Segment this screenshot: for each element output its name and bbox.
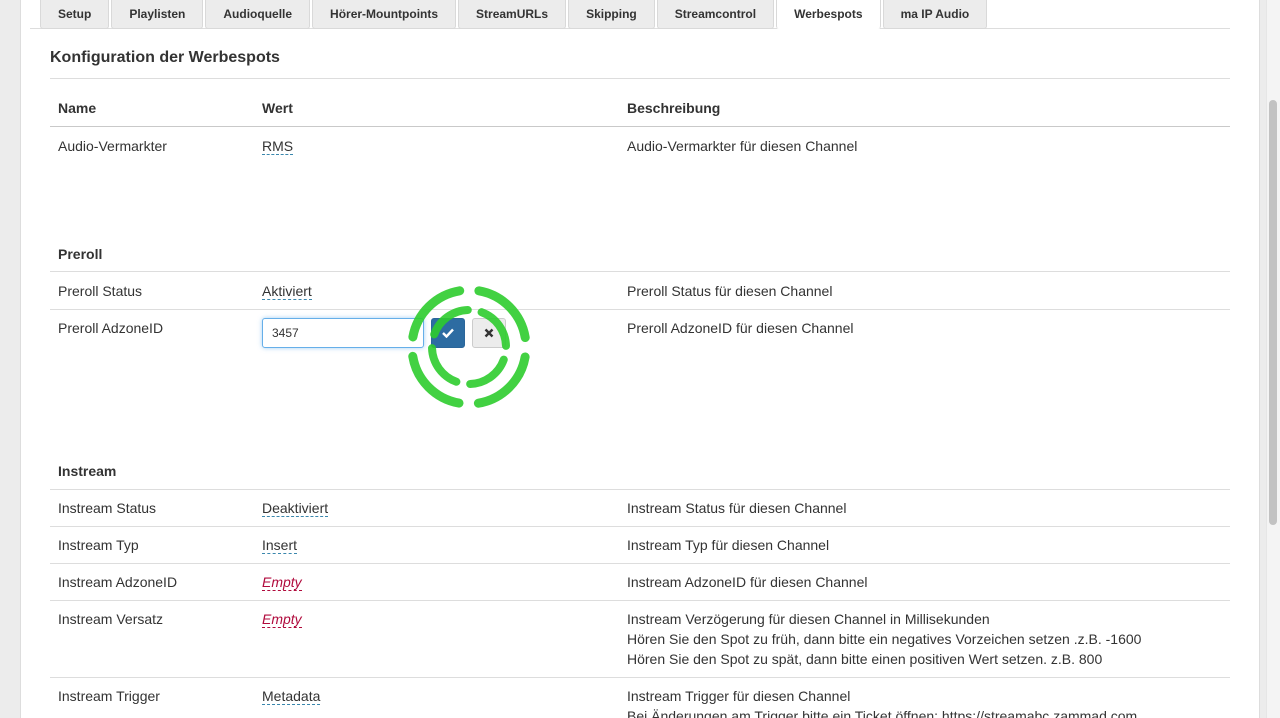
preroll-divider bbox=[50, 271, 1230, 272]
section-preroll: Preroll bbox=[58, 246, 103, 262]
close-icon bbox=[484, 328, 494, 338]
row-preroll-adzone-description: Preroll AdzoneID für diesen Channel bbox=[627, 320, 854, 336]
tab-hoerer-mountpoints[interactable]: Hörer-Mountpoints bbox=[312, 0, 457, 29]
row-instream-adzone-name: Instream AdzoneID bbox=[58, 574, 178, 590]
tab-skipping[interactable]: Skipping bbox=[568, 0, 655, 29]
row-divider bbox=[50, 309, 1230, 310]
row-divider bbox=[50, 526, 1230, 527]
tab-playlisten[interactable]: Playlisten bbox=[111, 0, 204, 29]
header-description: Beschreibung bbox=[627, 100, 721, 116]
instream-status-edit-link[interactable]: Deaktiviert bbox=[262, 500, 329, 517]
row-instream-trigger-name: Instream Trigger bbox=[58, 688, 160, 704]
row-instream-status-description: Instream Status für diesen Channel bbox=[627, 500, 847, 516]
row-instream-typ-name: Instream Typ bbox=[58, 537, 139, 553]
row-vermarkter-name: Audio-Vermarkter bbox=[58, 138, 167, 154]
row-preroll-status-name: Preroll Status bbox=[58, 283, 143, 299]
page-title: Konfiguration der Werbespots bbox=[50, 49, 280, 66]
confirm-button[interactable] bbox=[431, 318, 465, 348]
row-instream-versatz-value: Empty bbox=[262, 609, 302, 629]
tab-werbespots[interactable]: Werbespots bbox=[776, 0, 881, 29]
header-divider bbox=[50, 126, 1230, 127]
instream-divider bbox=[50, 489, 1230, 490]
row-instream-status-name: Instream Status bbox=[58, 500, 157, 516]
row-preroll-status-value: Aktiviert bbox=[262, 281, 312, 301]
vertical-scrollbar[interactable] bbox=[1266, 0, 1280, 718]
row-instream-trigger-description-2: Bei Änderungen am Trigger bitte ein Tick… bbox=[627, 708, 1138, 718]
header-name: Name bbox=[58, 100, 97, 116]
row-instream-adzone-value: Empty bbox=[262, 572, 302, 592]
row-preroll-status-description: Preroll Status für diesen Channel bbox=[627, 283, 833, 299]
section-instream: Instream bbox=[58, 463, 117, 479]
row-instream-versatz-description-1: Instream Verzögerung für diesen Channel … bbox=[627, 611, 990, 627]
tab-setup[interactable]: Setup bbox=[40, 0, 110, 29]
tab-bar: Setup Playlisten Audioquelle Hörer-Mount… bbox=[40, 0, 989, 29]
row-instream-typ-value: Insert bbox=[262, 535, 298, 555]
tab-streamurls[interactable]: StreamURLs bbox=[458, 0, 567, 29]
row-preroll-adzone-name: Preroll AdzoneID bbox=[58, 320, 164, 336]
row-vermarkter-value: RMS bbox=[262, 136, 294, 156]
tab-streamcontrol[interactable]: Streamcontrol bbox=[656, 0, 775, 29]
row-vermarkter-description: Audio-Vermarkter für diesen Channel bbox=[627, 138, 858, 154]
header-value: Wert bbox=[262, 100, 293, 116]
preroll-status-edit-link[interactable]: Aktiviert bbox=[262, 283, 312, 300]
row-instream-status-value: Deaktiviert bbox=[262, 498, 329, 518]
vermarkter-edit-link[interactable]: RMS bbox=[262, 138, 294, 155]
row-instream-typ-description: Instream Typ für diesen Channel bbox=[627, 537, 830, 553]
row-instream-versatz-description-3: Hören Sie den Spot zu spät, dann bitte e… bbox=[627, 651, 1103, 667]
tab-ma-ip-audio[interactable]: ma IP Audio bbox=[882, 0, 988, 29]
row-divider bbox=[50, 677, 1230, 678]
row-instream-trigger-value: Metadata bbox=[262, 686, 321, 706]
tab-audioquelle[interactable]: Audioquelle bbox=[205, 0, 311, 29]
row-instream-versatz-name: Instream Versatz bbox=[58, 611, 164, 627]
cancel-button[interactable] bbox=[472, 318, 506, 348]
preroll-adzone-input[interactable] bbox=[262, 318, 424, 348]
instream-typ-edit-link[interactable]: Insert bbox=[262, 537, 298, 554]
title-divider bbox=[50, 78, 1230, 79]
row-instream-versatz-description-2: Hören Sie den Spot zu früh, dann bitte e… bbox=[627, 631, 1142, 647]
row-instream-trigger-description-1: Instream Trigger für diesen Channel bbox=[627, 688, 851, 704]
instream-trigger-edit-link[interactable]: Metadata bbox=[262, 688, 321, 705]
instream-versatz-edit-link[interactable]: Empty bbox=[262, 611, 302, 628]
row-divider bbox=[50, 563, 1230, 564]
instream-adzone-edit-link[interactable]: Empty bbox=[262, 574, 302, 591]
row-divider bbox=[50, 600, 1230, 601]
scrollbar-thumb[interactable] bbox=[1269, 100, 1277, 525]
check-icon bbox=[442, 328, 454, 338]
row-instream-adzone-description: Instream AdzoneID für diesen Channel bbox=[627, 574, 868, 590]
